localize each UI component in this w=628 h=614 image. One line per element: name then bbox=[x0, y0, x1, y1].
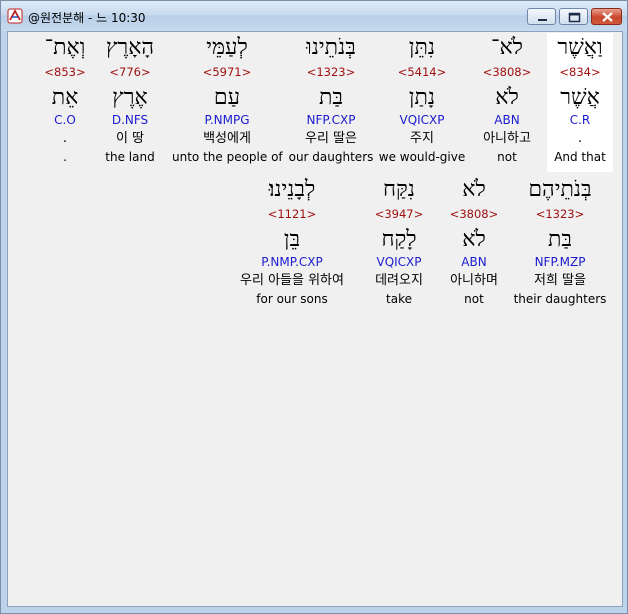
morphology-code: ABN bbox=[461, 255, 487, 269]
hebrew-word: בְּנֹתֵינוּ bbox=[306, 35, 356, 60]
morphology-code: C.R bbox=[569, 113, 591, 127]
korean-gloss: 저희 딸을 bbox=[534, 273, 586, 288]
hebrew-word: נִקַּח bbox=[383, 177, 415, 202]
strong-number[interactable]: <5971> bbox=[172, 65, 282, 79]
hebrew-lemma: אֶרֶץ bbox=[112, 85, 148, 110]
morphology-code: P.NMP.CXP bbox=[261, 255, 323, 269]
strong-number[interactable]: <3947> bbox=[363, 207, 435, 221]
hebrew-lemma: לֹא bbox=[495, 85, 519, 110]
app-window: @원전분해 - 느 10:30 וַאֲשֶׁר <834> אֲשֶׁר C.… bbox=[0, 0, 628, 614]
hebrew-lemma: עַם bbox=[213, 85, 241, 110]
word-card[interactable]: בְּנֹתֵינוּ <1323> בַּת NFP.CXP 우리 딸은 ou… bbox=[287, 33, 375, 172]
close-button[interactable] bbox=[591, 8, 622, 25]
korean-gloss: 아니하며 bbox=[450, 273, 498, 288]
strong-number[interactable]: <1323> bbox=[513, 207, 607, 221]
word-card[interactable]: וַאֲשֶׁר <834> אֲשֶׁר C.R . And that bbox=[547, 33, 613, 172]
morphology-code: D.NFS bbox=[111, 113, 149, 127]
hebrew-word: וַאֲשֶׁר bbox=[557, 35, 603, 60]
morphology-code: NFP.MZP bbox=[534, 255, 586, 269]
morphology-code: NFP.CXP bbox=[306, 113, 356, 127]
english-gloss: for our sons bbox=[256, 292, 328, 306]
english-gloss: take bbox=[386, 292, 412, 306]
korean-gloss: . bbox=[577, 131, 583, 146]
word-card[interactable]: וְאֶת־ <853> אֵת C.O . . bbox=[38, 33, 92, 172]
close-icon bbox=[602, 12, 613, 22]
english-gloss: not bbox=[497, 150, 517, 164]
hebrew-word: וְאֶת־ bbox=[44, 35, 86, 60]
korean-gloss: 우리 딸은 bbox=[305, 131, 357, 146]
hebrew-word: בְּנֹתֵיהֶם bbox=[528, 177, 592, 202]
hebrew-word: לֹא־ bbox=[491, 35, 523, 60]
morphology-code: C.O bbox=[54, 113, 76, 127]
app-logo-icon bbox=[7, 8, 23, 24]
strong-number[interactable]: <776> bbox=[98, 65, 162, 79]
strong-number[interactable]: <1121> bbox=[222, 207, 362, 221]
word-card[interactable]: לְעַמֵּי <5971> עַם P.NMPG 백성에게 unto the… bbox=[172, 33, 283, 172]
minimize-button[interactable] bbox=[527, 8, 556, 25]
window-title: @원전분해 - 느 10:30 bbox=[28, 11, 146, 25]
english-gloss: their daughters bbox=[513, 292, 607, 306]
korean-gloss: 이 땅 bbox=[115, 131, 145, 146]
english-gloss: our daughters bbox=[288, 150, 374, 164]
english-gloss: not bbox=[464, 292, 484, 306]
korean-gloss: 주지 bbox=[410, 131, 434, 146]
hebrew-lemma: לֹא bbox=[462, 227, 486, 252]
hebrew-lemma: בֵּן bbox=[283, 227, 301, 252]
hebrew-word: לֹא bbox=[462, 177, 486, 202]
strong-number[interactable]: <3808> bbox=[468, 65, 546, 79]
maximize-button[interactable] bbox=[559, 8, 588, 25]
hebrew-lemma: לָקַח bbox=[381, 227, 417, 252]
morphology-code: ABN bbox=[494, 113, 520, 127]
strong-number[interactable]: <5414> bbox=[378, 65, 466, 79]
korean-gloss: 아니하고 bbox=[483, 131, 531, 146]
korean-gloss: . bbox=[62, 131, 68, 146]
hebrew-lemma: נָתַן bbox=[408, 85, 436, 110]
morphology-code: VQICXP bbox=[376, 255, 422, 269]
minimize-icon bbox=[538, 19, 547, 21]
word-card[interactable]: לֹא־ <3808> לֹא ABN 아니하고 not bbox=[468, 33, 546, 172]
word-card[interactable]: הָאָרֶץ <776> אֶרֶץ D.NFS 이 땅 the land bbox=[98, 33, 162, 172]
korean-gloss: 데려오지 bbox=[375, 273, 423, 288]
english-gloss: the land bbox=[105, 150, 155, 164]
hebrew-lemma: בַּת bbox=[318, 85, 344, 110]
maximize-icon bbox=[568, 12, 581, 23]
hebrew-word: לְבָנֵינוּ׃ bbox=[268, 177, 316, 202]
strong-number[interactable]: <834> bbox=[547, 65, 613, 79]
title-bar[interactable]: @원전분해 - 느 10:30 bbox=[1, 1, 627, 31]
strong-number[interactable]: <3808> bbox=[438, 207, 510, 221]
interlinear-panel: וַאֲשֶׁר <834> אֲשֶׁר C.R . And that לֹא… bbox=[7, 31, 623, 607]
english-gloss: unto the people of bbox=[172, 150, 283, 164]
hebrew-word: הָאָרֶץ bbox=[105, 35, 155, 60]
korean-gloss: 백성에게 bbox=[203, 131, 251, 146]
word-card[interactable]: נִקַּח <3947> לָקַח VQICXP 데려오지 take bbox=[363, 175, 435, 314]
hebrew-lemma: בַּת bbox=[547, 227, 573, 252]
word-card[interactable]: בְּנֹתֵיהֶם <1323> בַּת NFP.MZP 저희 딸을 th… bbox=[513, 175, 607, 314]
english-gloss: And that bbox=[554, 150, 606, 164]
morphology-code: VQICXP bbox=[399, 113, 445, 127]
english-gloss: we would-give bbox=[378, 150, 466, 164]
word-card[interactable]: לֹא <3808> לֹא ABN 아니하며 not bbox=[438, 175, 510, 314]
hebrew-word: לְעַמֵּי bbox=[206, 35, 248, 60]
morphology-code: P.NMPG bbox=[204, 113, 250, 127]
strong-number[interactable]: <853> bbox=[38, 65, 92, 79]
word-card[interactable]: לְבָנֵינוּ׃ <1121> בֵּן P.NMP.CXP 우리 아들을… bbox=[222, 175, 362, 314]
strong-number[interactable]: <1323> bbox=[287, 65, 375, 79]
korean-gloss: 우리 아들을 위하여 bbox=[240, 273, 344, 288]
hebrew-lemma: אֵת bbox=[51, 85, 79, 110]
hebrew-lemma: אֲשֶׁר bbox=[560, 85, 600, 110]
hebrew-word: נִתֵּן bbox=[408, 35, 436, 60]
english-gloss: . bbox=[63, 150, 67, 164]
word-card[interactable]: נִתֵּן <5414> נָתַן VQICXP 주지 we would-g… bbox=[378, 33, 466, 172]
